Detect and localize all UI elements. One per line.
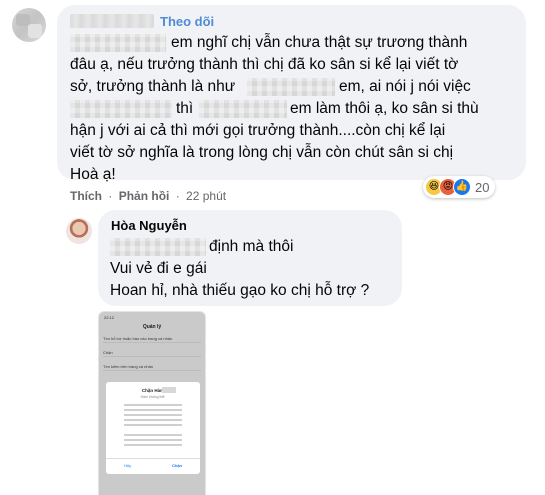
redacted-text: [199, 100, 287, 118]
reaction-summary[interactable]: 😆 😡 👍 20: [423, 176, 496, 198]
comment-text-line: em làm thôi ạ, ko sân si thù: [290, 100, 479, 117]
dialog-divider: [106, 457, 200, 458]
like-icon: 👍: [453, 178, 471, 196]
reply-author-name[interactable]: Hòa Nguyễn: [111, 218, 187, 233]
comment-text-line: sở, trưởng thành là như: [70, 78, 236, 95]
dialog-text-placeholder: [124, 414, 182, 416]
comment-text-line: Hoà ạ!: [70, 166, 116, 183]
comment-timestamp[interactable]: 22 phút: [186, 189, 226, 203]
dialog-text-placeholder: [124, 444, 182, 446]
like-button[interactable]: Thích: [70, 189, 102, 203]
comment-text-line: viết tờ sở nghĩa là trong lòng chị vẫn c…: [70, 144, 454, 161]
reply-button[interactable]: Phản hồi: [119, 189, 170, 203]
redacted-text: [247, 78, 335, 96]
dialog-text-placeholder: [124, 439, 182, 441]
redacted-text: [110, 238, 206, 256]
follow-link[interactable]: Theo dõi: [160, 14, 214, 29]
comment-text-line: đâu ạ, nếu trưởng thành thì chị đã ko sâ…: [70, 56, 459, 73]
redacted-text: [70, 100, 172, 118]
dialog-text-placeholder: [124, 419, 182, 421]
dialog-title: Chặn Hàm: [141, 388, 165, 393]
dialog-text-placeholder: [124, 404, 182, 406]
dialog-subtitle: Hàm không thể:: [140, 395, 166, 399]
comment-text-line: em nghĩ chị vẫn chưa thật sự trương thàn…: [171, 34, 468, 51]
reply-author-avatar[interactable]: [66, 218, 92, 244]
dialog-text-placeholder: [124, 409, 182, 411]
dialog-text-placeholder: [124, 424, 182, 426]
redacted-commenter-name: [70, 14, 154, 28]
comment-actions: Thích · Phản hồi · 22 phút: [70, 189, 226, 203]
reply-text-line: Vui vẻ đi e gái: [110, 260, 207, 277]
dialog-cancel-button: Hủy: [124, 463, 132, 468]
redacted-text: [70, 34, 166, 52]
reply-text-line: định mà thôi: [209, 238, 294, 255]
reaction-count: 20: [475, 179, 490, 195]
comment-text-line: hận j với ai cả thì mới gọi trưởng thành…: [70, 122, 446, 139]
dialog-text-placeholder: [124, 434, 182, 436]
dialog-block-button: Chặn: [172, 463, 182, 468]
comment-text-line: thì: [176, 100, 194, 117]
redacted-text: [162, 387, 176, 393]
block-dialog: Chặn Hàm Hàm không thể: Hủy Chặn: [106, 382, 200, 474]
reply-text-line: Hoan hỉ, nhà thiếu gạo ko chị hỗ trợ ?: [110, 282, 370, 299]
commenter-avatar[interactable]: [12, 8, 46, 42]
separator: ·: [108, 189, 113, 203]
separator: ·: [175, 189, 180, 203]
attached-screenshot[interactable]: 22:12 Quản lý Tìm hỗ trợ hoặc báo cáo tr…: [98, 311, 206, 495]
comment-text-line: em, ai nói j nói việc: [339, 78, 471, 95]
